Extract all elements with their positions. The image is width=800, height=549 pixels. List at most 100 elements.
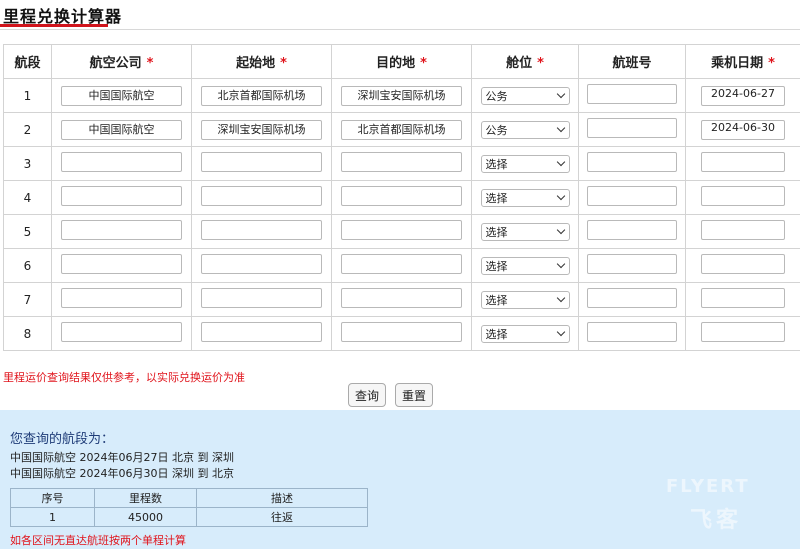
- destination-input[interactable]: [341, 152, 462, 172]
- chevron-down-icon: [556, 157, 565, 167]
- leg-number: 1: [3, 78, 52, 113]
- leg-number: 2: [3, 112, 52, 147]
- destination-input[interactable]: [341, 254, 462, 274]
- origin-input[interactable]: [201, 220, 322, 240]
- flight-number-input[interactable]: [587, 186, 677, 206]
- result-leg-line: 中国国际航空 2024年06月27日 北京 到 深圳: [10, 451, 234, 464]
- result-header-description: 描述: [196, 488, 368, 508]
- table-row: 7 选择: [3, 282, 800, 317]
- date-input[interactable]: [701, 152, 785, 172]
- header-date: 乘机日期 *: [685, 44, 800, 79]
- leg-number: 5: [3, 214, 52, 249]
- airline-input[interactable]: [61, 288, 182, 308]
- origin-input[interactable]: [201, 322, 322, 342]
- airline-input[interactable]: 中国国际航空: [61, 85, 182, 106]
- result-header-miles: 里程数: [94, 488, 197, 508]
- leg-number: 8: [3, 316, 52, 351]
- destination-input[interactable]: [341, 288, 462, 308]
- result-header-row: 序号 里程数 描述: [10, 488, 368, 508]
- origin-input[interactable]: [201, 254, 322, 274]
- chevron-down-icon: [556, 293, 565, 303]
- origin-input[interactable]: 深圳宝安国际机场: [201, 119, 322, 140]
- header-cabin: 舱位 *: [471, 44, 579, 79]
- flight-legs-table: 航段 航空公司 * 起始地 * 目的地 * 舱位 * 航班号 乘机日期 * 1 中国国际航空…: [3, 44, 800, 351]
- destination-input[interactable]: [341, 220, 462, 240]
- airline-input[interactable]: [61, 322, 182, 342]
- cabin-select[interactable]: 选择: [480, 290, 570, 309]
- chevron-down-icon: [556, 191, 565, 201]
- chevron-down-icon: [556, 225, 565, 235]
- airline-input[interactable]: [61, 152, 182, 172]
- result-row: 1 45000 往返: [10, 507, 368, 527]
- flight-number-input[interactable]: [587, 288, 677, 308]
- origin-input[interactable]: [201, 288, 322, 308]
- leg-number: 6: [3, 248, 52, 283]
- chevron-down-icon: [556, 327, 565, 337]
- destination-input[interactable]: 深圳宝安国际机场: [341, 85, 462, 106]
- flyert-watermark: FLYERT 飞客: [666, 476, 786, 536]
- cabin-select-value: 公务: [485, 123, 508, 137]
- cabin-select-value: 公务: [485, 89, 508, 103]
- destination-input[interactable]: 北京首都国际机场: [341, 119, 462, 140]
- flight-number-input[interactable]: [587, 220, 677, 240]
- title-underline: [0, 24, 108, 27]
- table-header-row: 航段 航空公司 * 起始地 * 目的地 * 舱位 * 航班号 乘机日期 *: [3, 44, 800, 79]
- cabin-select[interactable]: 选择: [480, 256, 570, 275]
- leg-number: 4: [3, 180, 52, 215]
- origin-input[interactable]: 北京首都国际机场: [201, 85, 322, 106]
- leg-number: 7: [3, 282, 52, 317]
- page-header: 里程兑换计算器: [0, 0, 800, 30]
- flight-number-input[interactable]: [587, 118, 677, 138]
- date-input[interactable]: [701, 288, 785, 308]
- flight-number-input[interactable]: [587, 84, 677, 104]
- cabin-select[interactable]: 选择: [480, 222, 570, 241]
- table-row: 8 选择: [3, 316, 800, 351]
- required-mark: *: [768, 56, 775, 71]
- watermark-text: 飞客: [690, 508, 743, 533]
- date-input[interactable]: [701, 220, 785, 240]
- flight-number-input[interactable]: [587, 254, 677, 274]
- table-row: 1 中国国际航空 北京首都国际机场 深圳宝安国际机场 公务 2024-06-27: [3, 78, 800, 113]
- cabin-select-value: 选择: [485, 259, 508, 273]
- table-row: 4 选择: [3, 180, 800, 215]
- header-destination: 目的地 *: [331, 44, 472, 79]
- flight-number-input[interactable]: [587, 322, 677, 342]
- fare-disclaimer: 里程运价查询结果仅供参考，以实际兑换运价为准: [3, 371, 245, 384]
- required-mark: *: [146, 56, 154, 71]
- cabin-select-value: 选择: [485, 327, 508, 341]
- cabin-select[interactable]: 选择: [480, 324, 570, 343]
- airline-input[interactable]: [61, 254, 182, 274]
- header-flight-no: 航班号: [578, 44, 686, 79]
- cabin-select[interactable]: 选择: [480, 154, 570, 173]
- airline-input[interactable]: [61, 186, 182, 206]
- chevron-down-icon: [556, 123, 565, 133]
- leg-number: 3: [3, 146, 52, 181]
- reset-button[interactable]: 重置: [395, 383, 433, 407]
- query-button[interactable]: 查询: [348, 383, 386, 407]
- result-leg-line: 中国国际航空 2024年06月30日 深圳 到 北京: [10, 467, 234, 480]
- airline-input[interactable]: 中国国际航空: [61, 119, 182, 140]
- date-input[interactable]: [701, 322, 785, 342]
- cabin-select[interactable]: 公务: [480, 86, 570, 105]
- date-input[interactable]: 2024-06-30: [701, 119, 785, 140]
- airline-input[interactable]: [61, 220, 182, 240]
- date-input[interactable]: [701, 254, 785, 274]
- cabin-select[interactable]: 公务: [480, 120, 570, 139]
- table-row: 2 中国国际航空 深圳宝安国际机场 北京首都国际机场 公务 2024-06-30: [3, 112, 800, 147]
- origin-input[interactable]: [201, 152, 322, 172]
- origin-input[interactable]: [201, 186, 322, 206]
- date-input[interactable]: 2024-06-27: [701, 85, 785, 106]
- header-leg: 航段: [3, 44, 52, 79]
- cabin-select-value: 选择: [485, 191, 508, 205]
- chevron-down-icon: [556, 259, 565, 269]
- cabin-select[interactable]: 选择: [480, 188, 570, 207]
- chevron-down-icon: [556, 89, 565, 99]
- destination-input[interactable]: [341, 186, 462, 206]
- result-heading: 您查询的航段为：: [10, 432, 115, 447]
- destination-input[interactable]: [341, 322, 462, 342]
- result-footnote: 如各区间无直达航班按两个单程计算: [10, 534, 186, 547]
- cabin-select-value: 选择: [485, 157, 508, 171]
- date-input[interactable]: [701, 186, 785, 206]
- cabin-select-value: 选择: [485, 293, 508, 307]
- flight-number-input[interactable]: [587, 152, 677, 172]
